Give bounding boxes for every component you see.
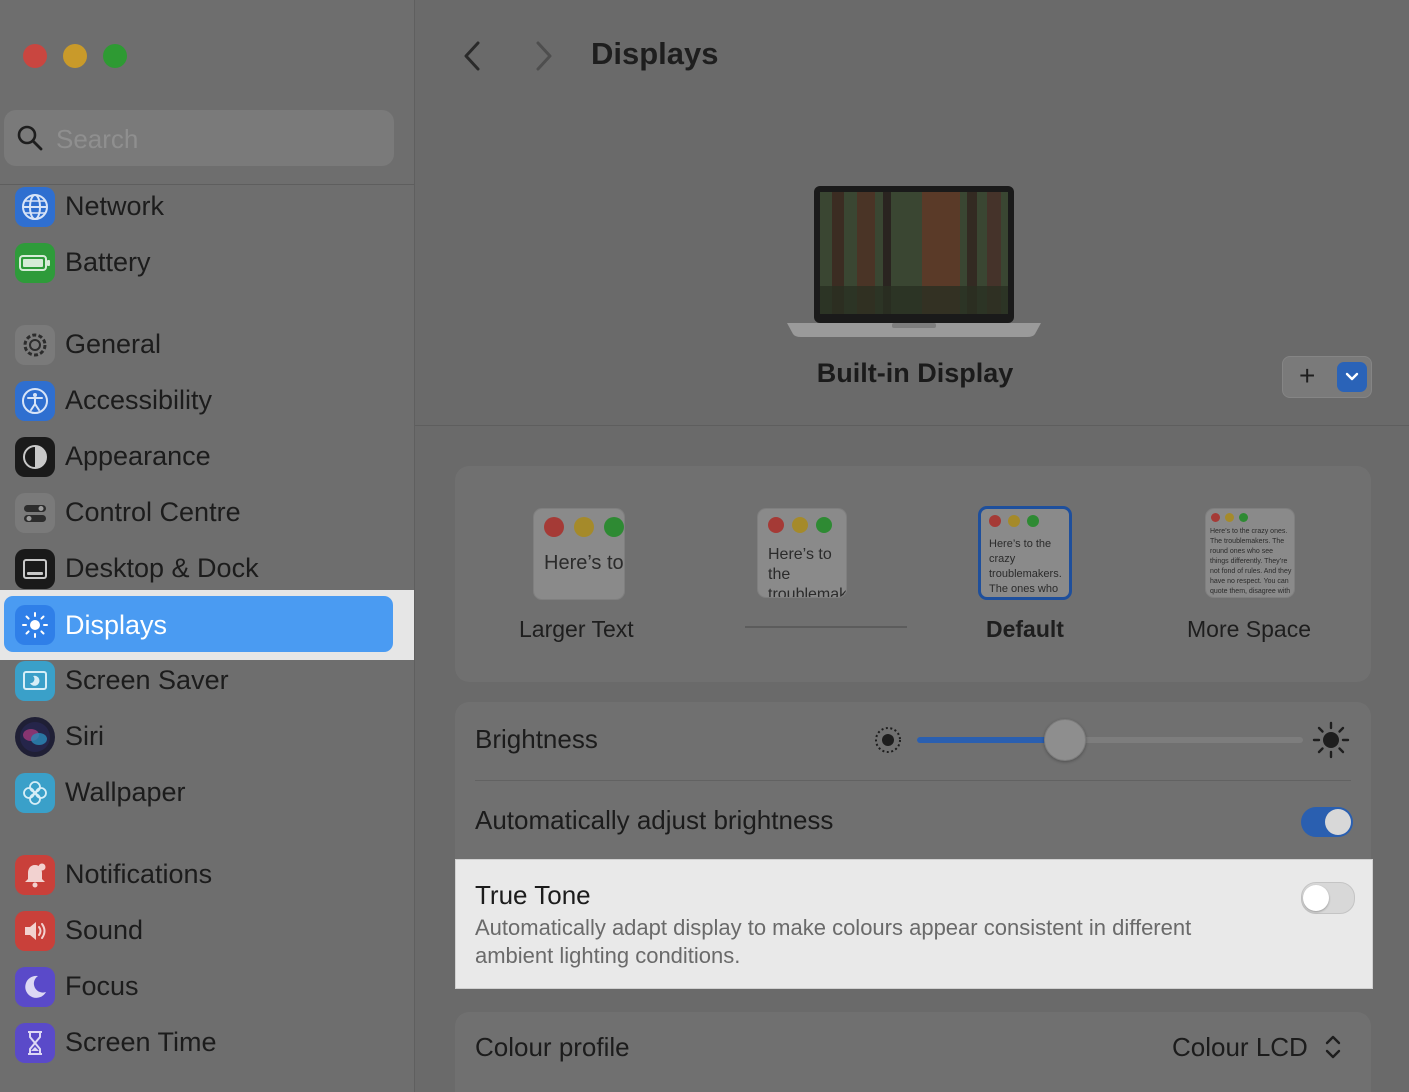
brightness-slider-fill bbox=[917, 737, 1064, 743]
sidebar-item-label: Control Centre bbox=[65, 497, 241, 527]
brightness-slider-knob[interactable] bbox=[1044, 719, 1086, 761]
sidebar-item-label: Network bbox=[65, 191, 165, 221]
sidebar-item-label: Desktop & Dock bbox=[65, 553, 259, 583]
zoom-window-button[interactable] bbox=[103, 44, 127, 68]
sidebar-item-sound[interactable]: Sound bbox=[0, 903, 414, 959]
forward-button[interactable] bbox=[525, 38, 561, 74]
sidebar-item-battery[interactable]: Battery bbox=[0, 235, 414, 291]
sidebar-item-appearance[interactable]: Appearance bbox=[0, 429, 414, 485]
sun-small-icon bbox=[871, 723, 905, 762]
sun-icon bbox=[15, 605, 55, 645]
sidebar-item-accessibility[interactable]: Accessibility bbox=[0, 373, 414, 429]
true-tone-toggle[interactable] bbox=[1301, 882, 1355, 914]
sun-large-icon bbox=[1311, 720, 1351, 765]
display-name: Built-in Display bbox=[816, 358, 1014, 388]
sidebar: Search Network Battery General Accessibi… bbox=[0, 0, 415, 1092]
globe-icon bbox=[15, 187, 55, 227]
accessibility-icon bbox=[15, 381, 55, 421]
sidebar-item-general[interactable]: General bbox=[0, 317, 414, 373]
sidebar-item-label: Notifications bbox=[65, 859, 213, 889]
selection-highlight bbox=[4, 596, 393, 652]
toggle-knob bbox=[1325, 809, 1351, 835]
sidebar-item-label: Focus bbox=[65, 971, 139, 1001]
sidebar-item-control-centre[interactable]: Control Centre bbox=[0, 485, 414, 541]
sidebar-item-siri[interactable]: Siri bbox=[0, 709, 414, 765]
control-centre-icon bbox=[15, 493, 55, 533]
battery-icon bbox=[15, 243, 55, 283]
resolution-divider bbox=[745, 626, 907, 628]
colour-profile-label: Colour profile bbox=[475, 1032, 630, 1062]
add-display-menu-button[interactable] bbox=[1337, 362, 1367, 392]
gear-icon bbox=[15, 325, 55, 365]
sidebar-item-notifications[interactable]: Notifications bbox=[0, 847, 414, 903]
sidebar-item-label: General bbox=[65, 329, 162, 359]
search-field[interactable]: Search bbox=[4, 110, 394, 166]
sidebar-item-displays[interactable]: Displays bbox=[0, 590, 414, 660]
resolution-label: More Space bbox=[1187, 616, 1312, 642]
sidebar-item-label: Accessibility bbox=[65, 385, 213, 415]
sidebar-item-label: Wallpaper bbox=[65, 777, 186, 807]
row-divider bbox=[475, 780, 1351, 781]
chevron-left-icon bbox=[464, 41, 480, 71]
sidebar-item-label: Displays bbox=[65, 610, 168, 640]
true-tone-label: True Tone bbox=[475, 880, 591, 910]
appearance-icon bbox=[15, 437, 55, 477]
sidebar-item-screen-time[interactable]: Screen Time bbox=[0, 1015, 414, 1071]
search-placeholder: Search bbox=[56, 124, 139, 154]
colour-profile-value[interactable]: Colour LCD bbox=[1172, 1032, 1308, 1063]
desktop-dock-icon bbox=[15, 549, 55, 589]
resolution-option-2[interactable]: Here’s to the troublemakers ones who see bbox=[757, 508, 847, 598]
sidebar-item-wallpaper[interactable]: Wallpaper bbox=[0, 765, 414, 821]
sidebar-item-network[interactable]: Network bbox=[0, 179, 414, 235]
resolution-option-more-space[interactable]: Here’s to the crazy ones. The troublemak… bbox=[1205, 508, 1295, 598]
auto-brightness-toggle[interactable] bbox=[1301, 807, 1353, 837]
chevron-right-icon bbox=[536, 41, 552, 71]
chevron-down-icon bbox=[1345, 372, 1359, 381]
sidebar-item-focus[interactable]: Focus bbox=[0, 959, 414, 1015]
resolution-option-default[interactable]: Here’s to the crazy troublemakers. The o… bbox=[978, 506, 1072, 600]
true-tone-description: Automatically adapt display to make colo… bbox=[475, 915, 1192, 968]
add-display-button[interactable]: + bbox=[1299, 360, 1315, 392]
auto-brightness-label: Automatically adjust brightness bbox=[475, 805, 834, 835]
close-window-button[interactable] bbox=[23, 44, 47, 68]
resolution-label: Larger Text bbox=[519, 616, 634, 642]
laptop-display-image[interactable] bbox=[787, 186, 1041, 343]
minimize-window-button[interactable] bbox=[63, 44, 87, 68]
preview-text: Here’s to the crazy ones. The troublemak… bbox=[1210, 528, 1292, 595]
siri-icon bbox=[15, 717, 55, 757]
sidebar-item-label: Screen Saver bbox=[65, 665, 229, 695]
header-divider bbox=[415, 425, 1409, 426]
preview-text: Here’s to the crazy ones. The troublemak… bbox=[544, 552, 624, 574]
sidebar-item-label: Battery bbox=[65, 247, 151, 277]
preview-text: Here’s to the troublemakers ones who see bbox=[768, 546, 847, 598]
sidebar-item-label: Appearance bbox=[65, 441, 211, 471]
preview-text: Here’s to the crazy troublemakers. The o… bbox=[989, 538, 1062, 595]
sidebar-item-label: Siri bbox=[65, 721, 104, 751]
sidebar-item-label: Screen Time bbox=[65, 1027, 217, 1057]
resolution-label: Default bbox=[986, 616, 1064, 642]
screen-saver-icon bbox=[15, 661, 55, 701]
back-button[interactable] bbox=[455, 38, 491, 74]
wallpaper-icon bbox=[15, 773, 55, 813]
page-title: Displays bbox=[591, 36, 719, 71]
speaker-icon bbox=[15, 911, 55, 951]
sidebar-item-label: Sound bbox=[65, 915, 144, 945]
sidebar-item-screen-saver[interactable]: Screen Saver bbox=[0, 653, 414, 709]
up-down-chevron-icon[interactable] bbox=[1320, 1032, 1346, 1067]
sidebar-item-desktop-dock[interactable]: Desktop & Dock bbox=[0, 541, 414, 597]
moon-icon bbox=[15, 967, 55, 1007]
toggle-knob bbox=[1303, 885, 1329, 911]
search-icon bbox=[16, 124, 44, 157]
hourglass-icon bbox=[15, 1023, 55, 1063]
brightness-label: Brightness bbox=[475, 724, 598, 754]
bell-icon bbox=[15, 855, 55, 895]
resolution-option-larger-text[interactable]: Here’s to the crazy ones. The troublemak… bbox=[533, 508, 625, 600]
add-display-control[interactable]: + bbox=[1282, 356, 1372, 398]
